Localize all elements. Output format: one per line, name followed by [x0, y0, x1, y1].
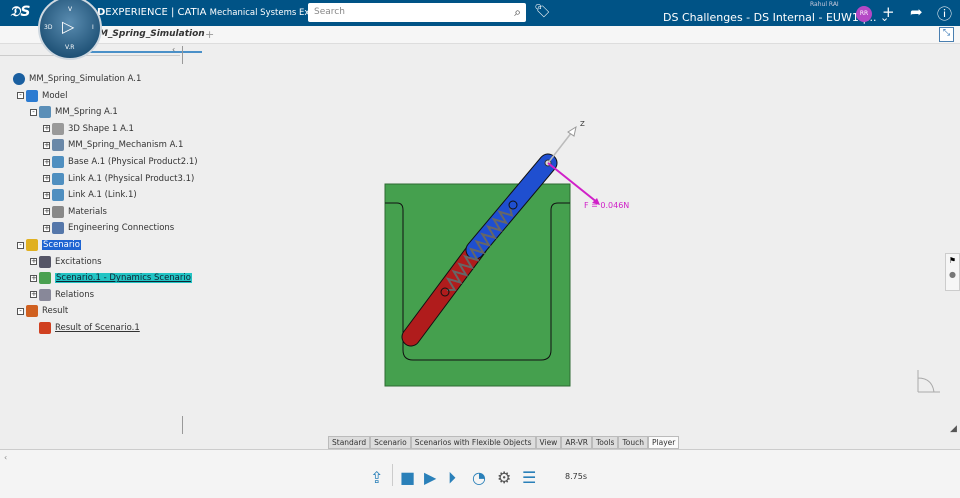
z-axis [547, 131, 573, 164]
stop-icon[interactable]: ■ [400, 468, 415, 487]
compass-top: V [68, 6, 73, 13]
divider [392, 464, 393, 486]
tab-tools[interactable]: Tools [591, 436, 619, 449]
expand-icon[interactable]: ‹ [4, 453, 7, 462]
compass-bottom: V.R [65, 44, 75, 51]
axis-triad-icon[interactable] [917, 370, 940, 393]
z-axis-label: Z [580, 120, 585, 128]
tab-view[interactable]: View [535, 436, 562, 449]
export-icon[interactable]: ⇪ [370, 468, 383, 487]
side-toolbar: ⚑ ● [945, 253, 960, 291]
tab-scenario[interactable]: Scenario [370, 436, 411, 449]
speed-gauge-icon[interactable]: ◔ [472, 468, 486, 487]
action-bar-tabs: Standard Scenario Scenarios with Flexible … [328, 436, 680, 449]
tab-ar-vr[interactable]: AR-VR [561, 436, 592, 449]
tab-touch[interactable]: Touch [618, 436, 648, 449]
tab-standard[interactable]: Standard [328, 436, 371, 449]
force-label: F = 0.046N [584, 201, 629, 210]
time-readout: 8.75s [565, 472, 587, 481]
expand-corner-icon[interactable]: ◢ [950, 424, 957, 434]
chat-icon[interactable]: ● [946, 270, 959, 279]
compass-left: 3D [44, 24, 53, 31]
tab-player[interactable]: Player [648, 436, 680, 449]
play-icon[interactable]: ▶ [424, 468, 436, 487]
settings-icon[interactable]: ⚙ [497, 468, 511, 487]
tab-scenarios-with-flexible-objects[interactable]: Scenarios with Flexible Objects [410, 436, 536, 449]
base-part[interactable] [384, 183, 571, 387]
list-icon[interactable]: ☰ [522, 468, 536, 487]
flag-icon[interactable]: ⚑ [946, 256, 959, 265]
play-icon[interactable]: ▷ [62, 17, 74, 36]
compass-right: I [92, 24, 94, 31]
3d-viewport[interactable]: Z F = 0.046N [0, 0, 960, 498]
action-bar: ‹ ⇪ ■ ▶ ⏵ ◔ ⚙ ☰ 8.75s [0, 449, 960, 498]
step-forward-icon[interactable]: ⏵ [448, 468, 456, 488]
